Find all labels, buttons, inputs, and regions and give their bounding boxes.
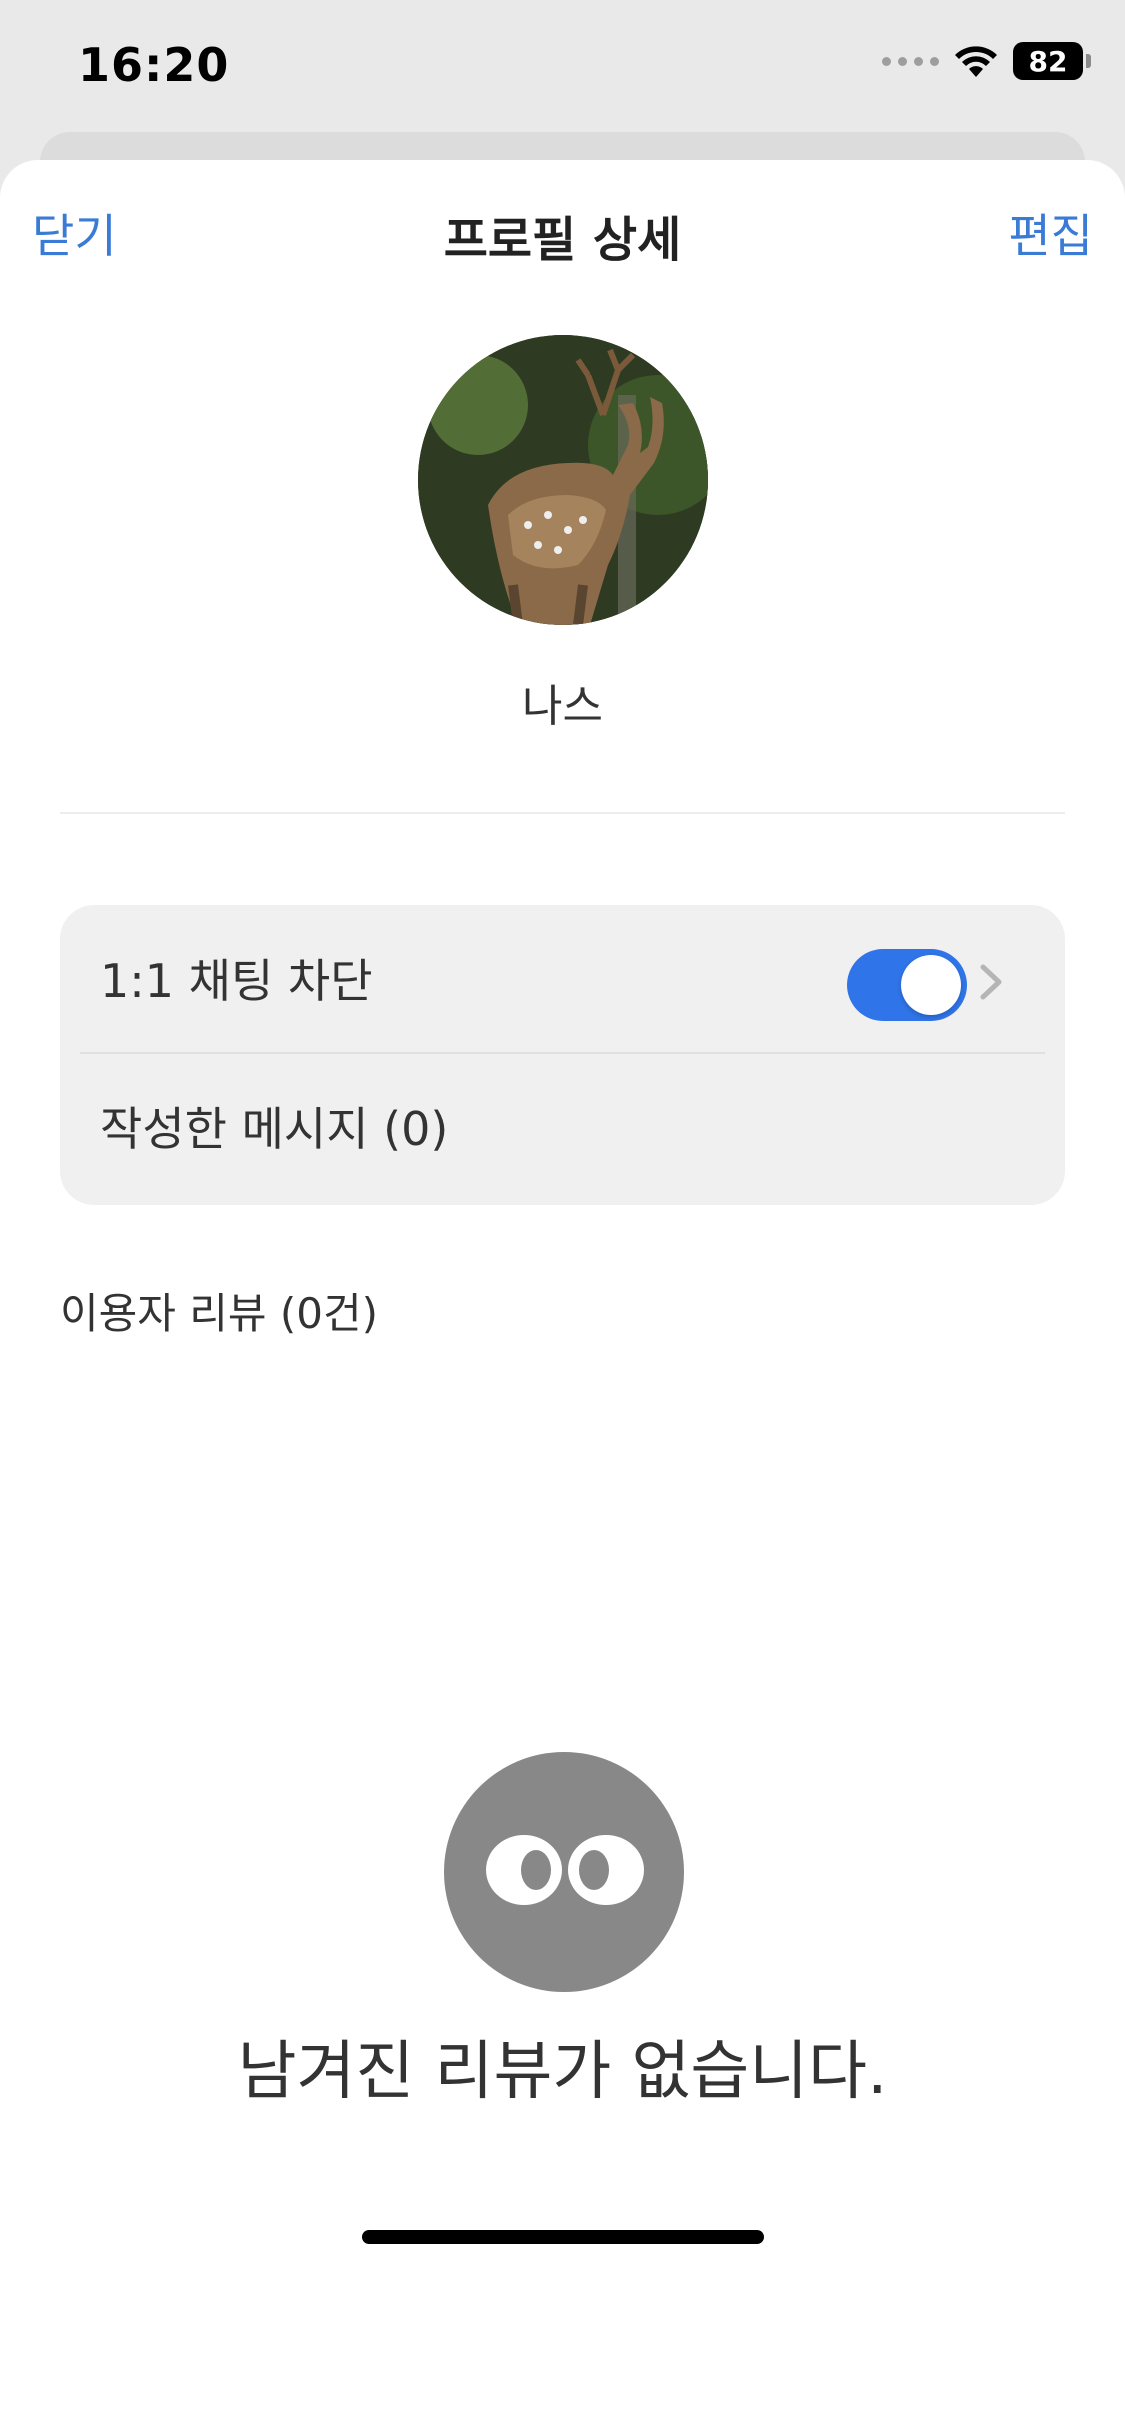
chevron-right-icon[interactable]	[973, 959, 1009, 1005]
settings-card: 1:1 채팅 차단 작성한 메시지 (0)	[60, 905, 1065, 1205]
block-chat-label: 1:1 채팅 차단	[100, 954, 373, 1008]
empty-eyes-icon	[444, 1752, 684, 1992]
wifi-icon	[955, 46, 997, 77]
avatar[interactable]	[418, 335, 708, 625]
divider	[60, 812, 1065, 814]
status-icons: 82	[882, 42, 1091, 80]
status-time: 16:20	[78, 38, 230, 92]
block-chat-row[interactable]: 1:1 채팅 차단	[60, 905, 1065, 1051]
block-chat-toggle[interactable]	[847, 949, 967, 1021]
battery-icon: 82	[1013, 42, 1091, 80]
deer-photo	[418, 335, 708, 625]
empty-reviews-text: 남겨진 리뷰가 없습니다.	[237, 2035, 888, 2109]
my-messages-label: 작성한 메시지 (0)	[100, 1102, 449, 1156]
profile-sheet: 닫기 프로필 상세 편집 나스 1:1 채팅 차단 작성한 메시지 (0) 이용…	[0, 160, 1125, 2436]
profile-name: 나스	[522, 681, 603, 732]
review-header: 이용자 리뷰 (0건)	[60, 1289, 379, 1338]
toggle-knob	[901, 955, 961, 1015]
cellular-signal-icon	[882, 56, 939, 66]
page-title: 프로필 상세	[443, 212, 682, 268]
home-indicator[interactable]	[362, 2230, 764, 2244]
edit-button[interactable]: 편집	[1008, 200, 1093, 266]
my-messages-row[interactable]: 작성한 메시지 (0)	[60, 1053, 1065, 1199]
battery-level: 82	[1028, 44, 1068, 78]
